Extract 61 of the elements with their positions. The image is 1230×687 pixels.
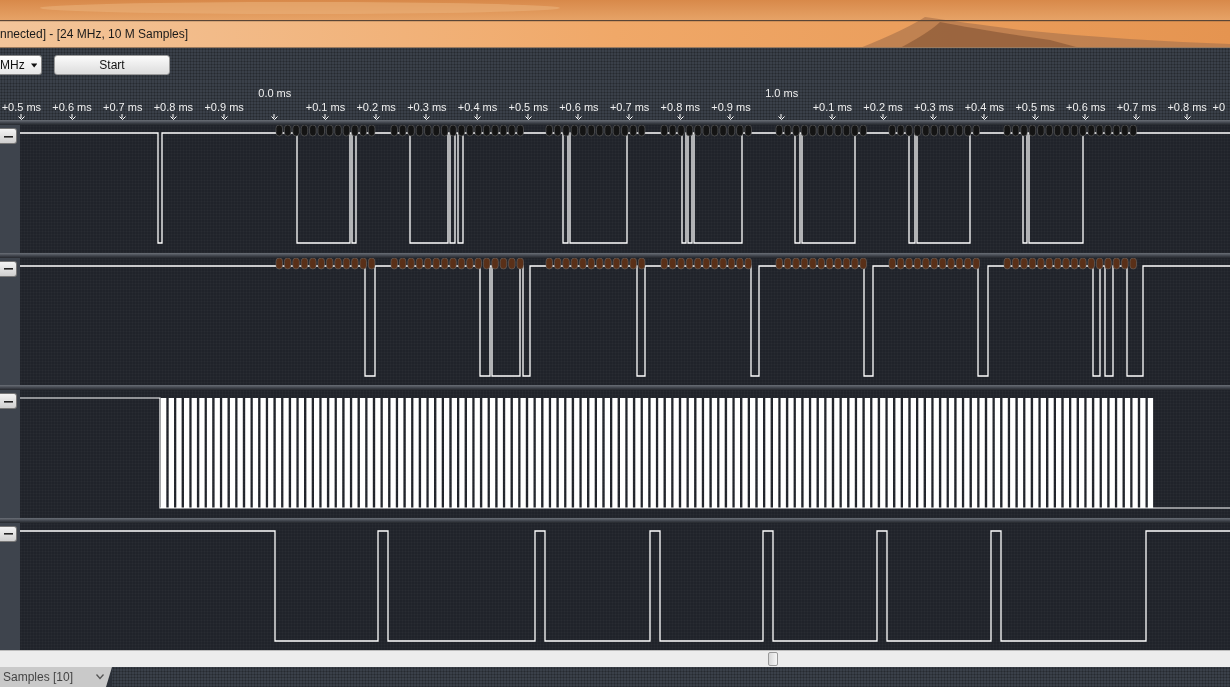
arrow-down-icon <box>1183 114 1191 120</box>
arrow-down-icon <box>778 114 786 120</box>
arrow-down-icon <box>626 114 634 120</box>
arrow-down-icon <box>423 114 431 120</box>
arrow-down-icon <box>220 114 228 120</box>
time-label: +0.8 ms <box>660 100 700 114</box>
chevron-down-icon <box>96 674 104 680</box>
time-label: +0.3 ms <box>407 100 447 114</box>
time-label: +0.4 ms <box>457 100 498 114</box>
time-label: +0.3 ms <box>914 100 954 114</box>
arrow-down-icon <box>1031 114 1039 120</box>
caret-icon <box>30 62 37 68</box>
arrow-down-icon <box>17 114 25 120</box>
samples-tab[interactable]: Samples [10] <box>0 667 112 687</box>
arrow-down-icon <box>828 114 836 120</box>
time-label: +0.6 ms <box>52 100 92 114</box>
arrow-down-icon <box>321 114 329 120</box>
arrow-down-icon <box>1132 114 1140 120</box>
time-label: +0.6 ms <box>559 100 599 114</box>
time-label: +0.1 ms <box>812 100 853 114</box>
collapse-button[interactable] <box>0 525 17 542</box>
time-label: +0.1 ms <box>305 100 346 114</box>
window-title: nnected] - [24 MHz, 10 M Samples] <box>0 26 189 42</box>
collapse-button[interactable] <box>0 393 17 409</box>
time-label: +0.2 ms <box>863 100 903 114</box>
arrow-down-icon <box>271 114 279 120</box>
arrow-down-icon <box>169 114 177 120</box>
arrow-down-icon <box>1082 114 1090 120</box>
time-label: +0.8 ms <box>153 100 194 114</box>
arrow-down-icon <box>68 114 76 120</box>
arrow-down-icon <box>575 114 583 120</box>
time-label: 0.0 ms <box>258 87 292 100</box>
time-label: +0.9 ms <box>204 100 244 114</box>
time-label: +0.2 ms <box>356 100 396 114</box>
arrow-down-icon <box>930 114 938 120</box>
time-label: +0.6 ms <box>1066 100 1106 114</box>
time-label: +0.8 ms <box>1167 100 1207 114</box>
time-label: +0.5 ms <box>1015 100 1055 114</box>
time-label: +0.5 ms <box>508 100 548 114</box>
collapse-button[interactable] <box>0 260 17 277</box>
collapse-button[interactable] <box>0 128 17 144</box>
arrow-down-icon <box>980 114 988 120</box>
tab-label: Samples [10] <box>3 670 74 684</box>
time-label: +0.7 ms <box>103 100 143 114</box>
arrow-down-icon <box>372 114 380 120</box>
start-button[interactable]: Start <box>54 55 170 75</box>
scrollbar-thumb[interactable] <box>768 652 778 666</box>
time-label: +0.7 ms <box>1116 100 1157 114</box>
arrow-down-icon <box>727 114 735 120</box>
time-label: +0.7 ms <box>609 100 650 114</box>
sample-rate-dropdown[interactable]: MHz <box>0 55 42 75</box>
time-label: 1.0 ms <box>765 87 799 100</box>
time-label: +0.4 ms <box>964 100 1005 114</box>
arrow-down-icon <box>119 114 127 120</box>
time-label: +0 <box>1212 100 1226 114</box>
arrow-down-icon <box>676 114 684 120</box>
arrow-down-icon <box>524 114 532 120</box>
arrow-down-icon <box>474 114 482 120</box>
arrow-down-icon <box>879 114 887 120</box>
time-label: +0.5 ms <box>1 100 42 114</box>
time-label: +0.9 ms <box>711 100 751 114</box>
